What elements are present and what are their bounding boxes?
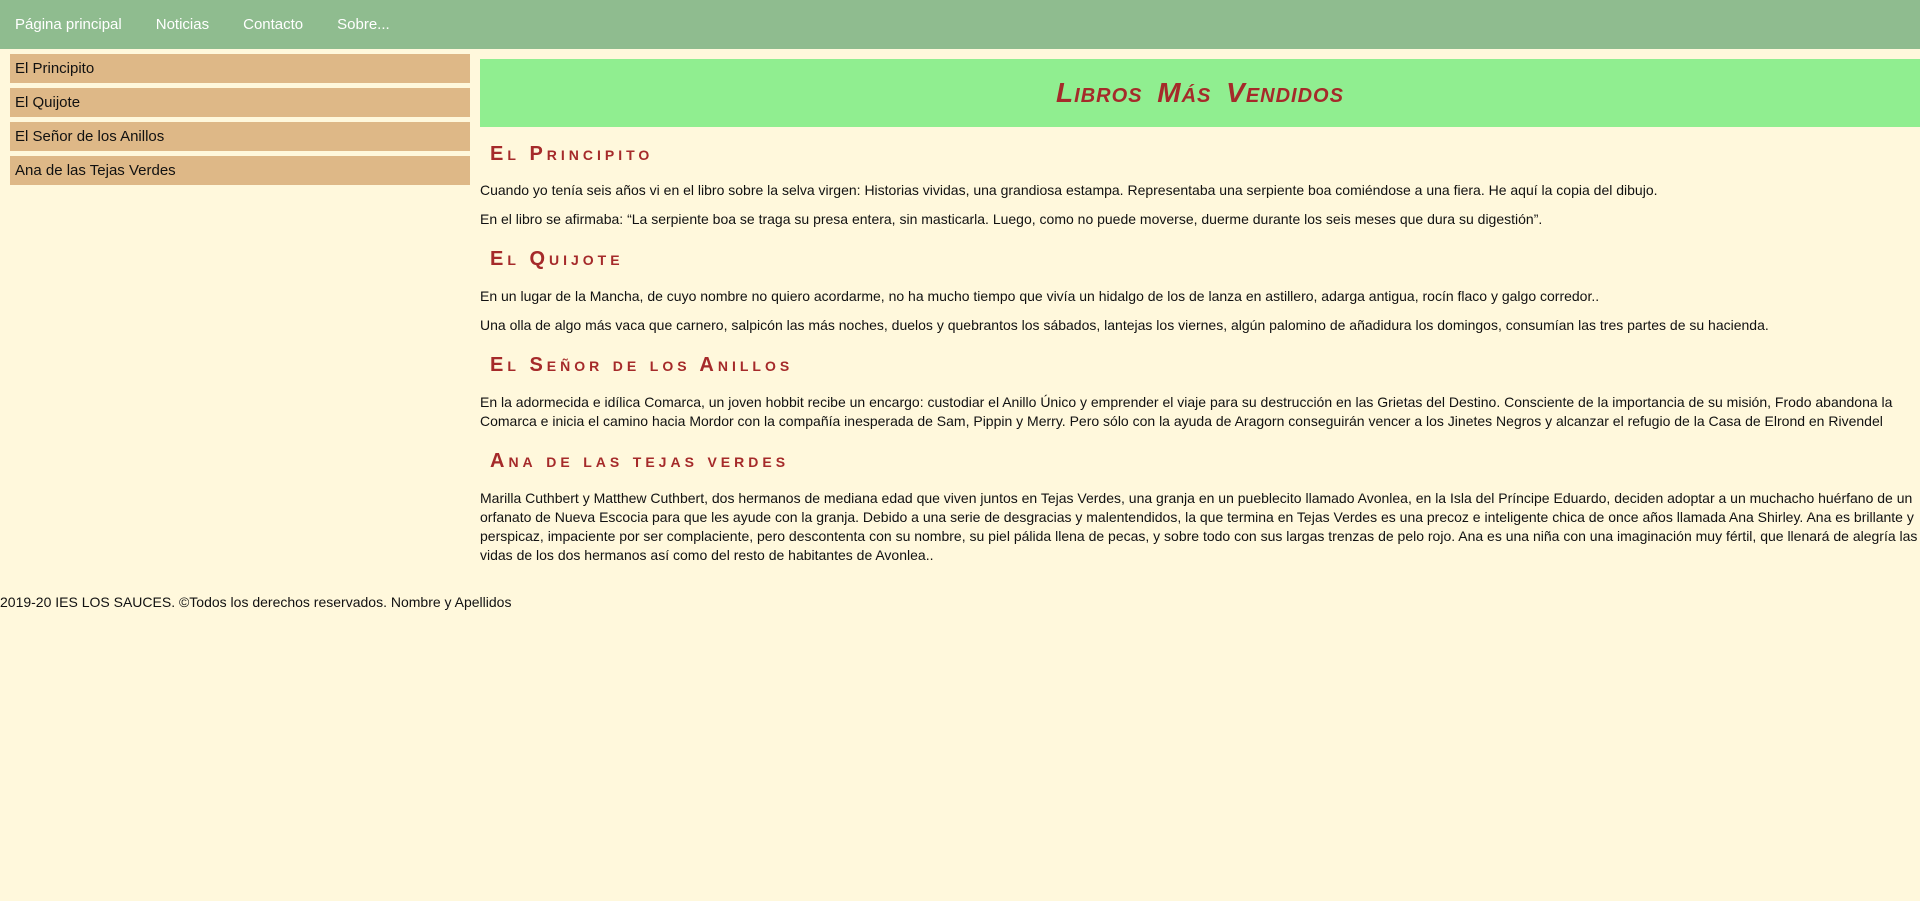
section-heading: El Señor de los Anillos xyxy=(490,354,794,376)
section-heading: El Quijote xyxy=(490,248,624,270)
section-heading: El Principito xyxy=(490,143,654,165)
nav-link-about[interactable]: Sobre... xyxy=(337,16,390,33)
footer: 2019-20 IES LOS SAUCES. ©Todos los derec… xyxy=(0,594,512,610)
title-banner: Libros Más Vendidos xyxy=(480,59,1920,127)
nav-link-contact[interactable]: Contacto xyxy=(243,16,303,33)
sidebar-item-el-quijote[interactable]: El Quijote xyxy=(10,88,470,117)
section-paragraph: Una olla de algo más vaca que carnero, s… xyxy=(480,317,1769,333)
section-el-senor-de-los-anillos: El Señor de los Anillos En la adormecida… xyxy=(480,354,1920,431)
page-title: Libros Más Vendidos xyxy=(1056,77,1344,108)
section-paragraph: En la adormecida e idílica Comarca, un j… xyxy=(480,394,1893,429)
sidebar-item-el-principito[interactable]: El Principito xyxy=(10,54,470,83)
section-paragraph: En un lugar de la Mancha, de cuyo nombre… xyxy=(480,288,1600,304)
nav-link-news[interactable]: Noticias xyxy=(156,16,209,33)
section-el-principito: El Principito Cuando yo tenía seis años … xyxy=(480,143,1920,229)
section-paragraph: Cuando yo tenía seis años vi en el libro… xyxy=(480,182,1658,198)
sidebar-item-el-senor-de-los-anillos[interactable]: El Señor de los Anillos xyxy=(10,122,470,151)
sidebar-item-ana-de-las-tejas-verdes[interactable]: Ana de las Tejas Verdes xyxy=(10,156,470,185)
section-paragraph: En el libro se afirmaba: “La serpiente b… xyxy=(480,211,1543,227)
main-content: Libros Más Vendidos El Principito Cuando… xyxy=(480,59,1920,565)
sidebar: El Principito El Quijote El Señor de los… xyxy=(10,54,470,190)
section-el-quijote: El Quijote En un lugar de la Mancha, de … xyxy=(480,248,1920,335)
section-ana-de-las-tejas-verdes: Ana de las tejas verdes Marilla Cuthbert… xyxy=(480,450,1920,565)
section-paragraph: Marilla Cuthbert y Matthew Cuthbert, dos… xyxy=(480,490,1918,563)
nav-link-home[interactable]: Página principal xyxy=(15,16,122,33)
section-heading: Ana de las tejas verdes xyxy=(490,450,790,472)
top-navigation: Página principal Noticias Contacto Sobre… xyxy=(0,0,1920,49)
